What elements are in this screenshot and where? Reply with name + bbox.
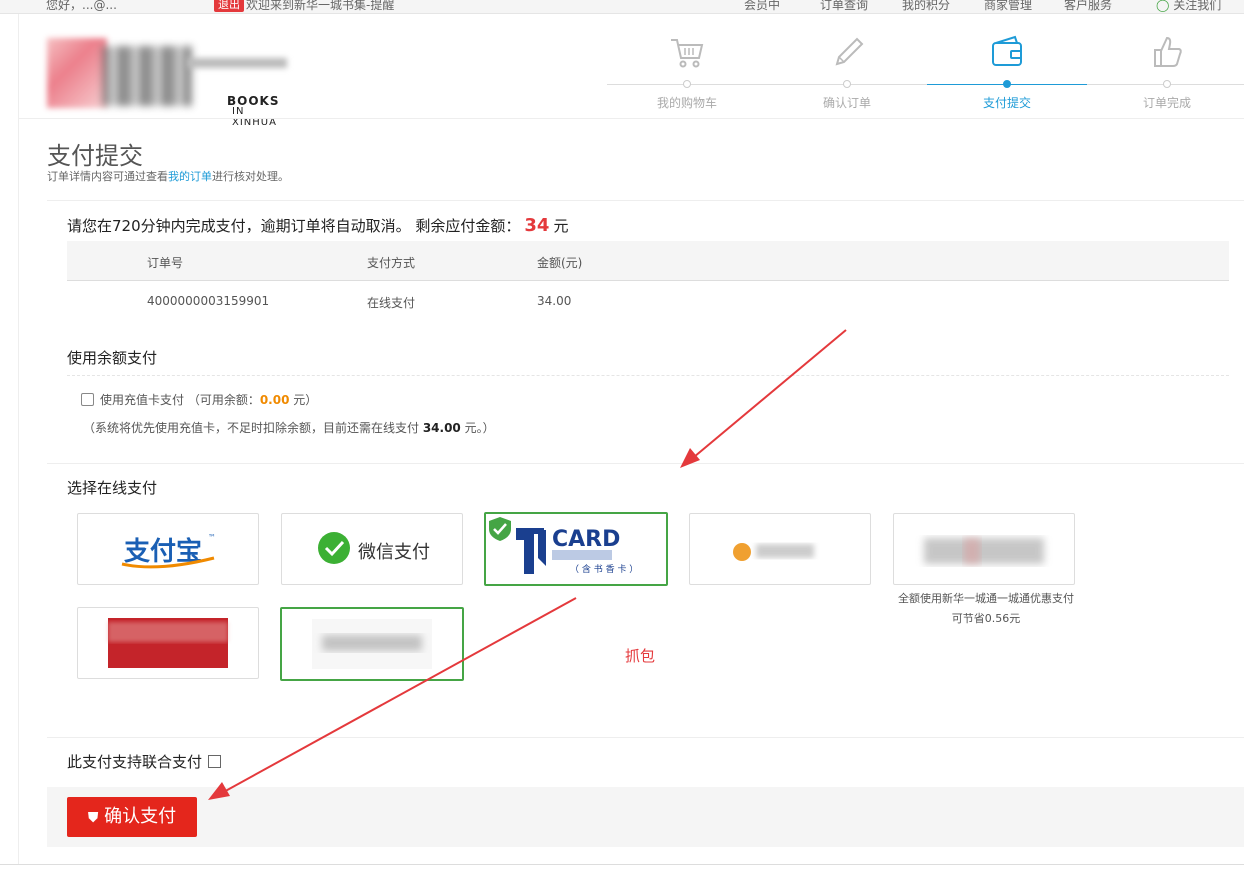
svg-text:微信支付: 微信支付	[358, 542, 430, 563]
pay-option-6-logo	[108, 618, 228, 668]
order-table: 订单号 支付方式 金额(元) 4000000003159901 在线支付 34.…	[67, 241, 1229, 321]
col-amount: 金额(元)	[537, 256, 583, 270]
confirm-payment-button[interactable]: ⛊ 确认支付	[67, 797, 197, 837]
welcome-text: 欢迎来到新华一城书集-提醒	[246, 0, 395, 12]
checkout-steps: 我的购物车 确认订单 支付提交 订单完成	[607, 24, 1244, 110]
step-order-complete: 订单完成	[1087, 24, 1244, 110]
pay-option-6[interactable]	[77, 607, 259, 679]
balance-note: （系统将优先使用充值卡，不足时扣除余额，目前还需在线支付 34.00 元。）	[83, 421, 495, 435]
logo-xinhua-text: IN XINHUA	[232, 106, 277, 128]
annotation-label: 抓包	[625, 647, 656, 665]
step-cart: 我的购物车	[607, 24, 767, 110]
pay-option-7[interactable]	[280, 607, 464, 681]
selected-shield-icon	[489, 517, 511, 541]
online-pay-title: 选择在线支付	[67, 479, 158, 497]
shield-icon: ⛊	[87, 810, 99, 826]
pay-option-card[interactable]: CARD （ 含 书 香 卡 ）	[484, 512, 668, 586]
combined-payment-checkbox[interactable]	[208, 755, 222, 768]
wechat-pay-icon: 微信支付	[318, 532, 430, 564]
my-orders-link[interactable]: 我的订单	[168, 170, 212, 183]
payment-content: 请您在720分钟内完成支付，逾期订单将自动取消。 剩余应付金额： 34 元 订单号 …	[47, 200, 1244, 847]
confirm-area: ⛊ 确认支付	[47, 787, 1244, 847]
cart-icon	[671, 39, 704, 68]
pen-icon	[835, 37, 864, 66]
topbar-link-points[interactable]: 我的积分	[902, 0, 950, 13]
topbar-link-member[interactable]: 会员中	[744, 0, 780, 13]
greeting-text: 您好，...@...	[46, 0, 117, 12]
svg-text:™: ™	[208, 533, 216, 542]
pay-option-4-logo	[733, 543, 814, 561]
pay-option-wechat[interactable]: 微信支付	[281, 513, 463, 585]
pay-option-alipay[interactable]: 支付宝 ™	[77, 513, 259, 585]
order-amount: 34.00	[537, 294, 572, 308]
step-label: 订单完成	[1142, 96, 1191, 110]
page-subtitle: 订单详情内容可通过查看我的订单进行核对处理。	[47, 170, 289, 183]
logout-link[interactable]: 退出	[214, 0, 244, 12]
pay-option-5-logo	[924, 538, 1044, 564]
payment-notice: 请您在720分钟内完成支付，逾期订单将自动取消。 剩余应付金额： 34 元	[67, 215, 569, 236]
topbar-link-merchant[interactable]: 商家管理	[984, 0, 1032, 13]
alipay-logo-icon: 支付宝 ™	[121, 533, 216, 569]
pay-option-4[interactable]	[689, 513, 871, 585]
table-header: 订单号 支付方式 金额(元)	[67, 241, 1229, 281]
step-confirm-order: 确认订单	[767, 24, 927, 110]
step-label: 支付提交	[982, 96, 1031, 110]
order-pay-method: 在线支付	[367, 296, 416, 310]
order-number: 4000000003159901	[147, 294, 270, 308]
step-label: 我的购物车	[656, 96, 717, 110]
site-logo[interactable]: BOOKS IN XINHUA	[47, 38, 287, 128]
step-submit-payment: 支付提交	[927, 24, 1087, 110]
svg-text:（ 含 书 香 卡 ）: （ 含 书 香 卡 ）	[570, 563, 638, 575]
thumbs-up-icon	[1154, 36, 1182, 67]
table-row: 4000000003159901 在线支付 34.00	[67, 281, 1229, 321]
col-pay-method: 支付方式	[367, 256, 416, 270]
promo-text: 全额使用新华一城通一城通优惠支付可节省0.56元	[898, 592, 1074, 625]
top-bar: 您好，...@... 退出 欢迎来到新华一城书集-提醒 会员中 订单查询 我的积…	[0, 0, 1244, 14]
topbar-link-orders[interactable]: 订单查询	[820, 0, 868, 13]
available-balance: 0.00	[259, 393, 290, 407]
step-label: 确认订单	[822, 96, 871, 110]
topbar-link-service[interactable]: 客户服务	[1064, 0, 1112, 13]
svg-text:CARD: CARD	[552, 527, 620, 552]
pay-option-7-logo	[312, 619, 432, 669]
topbar-link-follow[interactable]: ◯ 关注我们	[1156, 0, 1221, 13]
combined-payment-row[interactable]: 此支付支持联合支付	[67, 751, 222, 772]
balance-checkbox[interactable]	[81, 393, 94, 406]
check-circle-icon: ◯	[1156, 0, 1170, 12]
main-wrap: BOOKS IN XINHUA 我的购物车 确认订单 支付提交 订单完成 支付提…	[18, 14, 1244, 864]
remaining-amount: 34	[524, 215, 550, 236]
balance-checkbox-row[interactable]: 使用充值卡支付 （可用余额：0.00 元）	[81, 391, 317, 408]
page-title: 支付提交	[47, 142, 143, 170]
pay-option-5[interactable]	[893, 513, 1075, 585]
balance-section-title: 使用余额支付	[67, 349, 158, 367]
card-logo-icon: CARD （ 含 书 香 卡 ）	[516, 527, 638, 575]
wallet-icon	[992, 35, 1022, 66]
col-order-no: 订单号	[147, 256, 184, 270]
